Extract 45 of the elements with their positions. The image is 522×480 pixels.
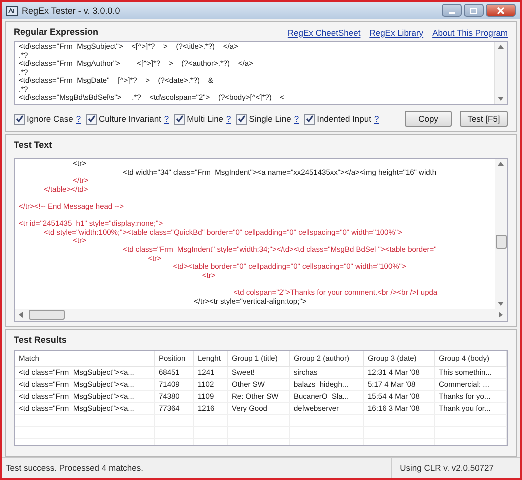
header-link[interactable]: About This Program bbox=[432, 28, 508, 38]
section-label: Regular Expression bbox=[14, 26, 99, 39]
header-link[interactable]: RegEx CheetSheet bbox=[288, 28, 361, 38]
action-button[interactable]: Copy bbox=[405, 111, 452, 127]
help-link[interactable]: ? bbox=[294, 114, 300, 124]
window-title: RegEx Tester - v. 3.0.0.0 bbox=[22, 6, 122, 16]
test-text-input[interactable] bbox=[14, 158, 508, 322]
horizontal-scrollbar[interactable] bbox=[15, 309, 507, 321]
help-link[interactable]: ? bbox=[76, 114, 82, 124]
option-label: Single Line bbox=[249, 114, 292, 124]
runtime-version: Using CLR v. v2.0.50727 bbox=[391, 458, 502, 478]
up-arrow-icon bbox=[498, 45, 504, 49]
option-label: Indented Input bbox=[317, 114, 372, 124]
help-link[interactable]: ? bbox=[226, 114, 232, 124]
regex-input[interactable] bbox=[14, 41, 508, 105]
checkbox[interactable] bbox=[14, 114, 25, 124]
minimize-button[interactable] bbox=[442, 4, 462, 17]
close-icon bbox=[497, 6, 505, 14]
vertical-scrollbar[interactable] bbox=[495, 159, 507, 309]
left-arrow-icon bbox=[19, 312, 23, 318]
app-icon bbox=[6, 6, 18, 16]
close-button[interactable] bbox=[486, 4, 516, 17]
section-label: Test Results bbox=[14, 334, 67, 347]
scroll-thumb[interactable] bbox=[29, 310, 65, 320]
help-link[interactable]: ? bbox=[374, 114, 380, 124]
action-button[interactable]: Test [F5] bbox=[460, 111, 508, 127]
down-arrow-icon bbox=[498, 302, 504, 306]
maximize-icon bbox=[470, 8, 478, 14]
header-link[interactable]: RegEx Library bbox=[370, 28, 424, 38]
checkbox[interactable] bbox=[174, 114, 186, 124]
section-label: Test Text bbox=[14, 139, 52, 152]
down-arrow-icon bbox=[498, 97, 504, 101]
up-arrow-icon bbox=[498, 162, 504, 166]
vertical-scrollbar[interactable] bbox=[494, 42, 507, 104]
status-text: Test success. Processed 4 matches. bbox=[5, 463, 144, 473]
checkbox[interactable] bbox=[304, 114, 316, 124]
option-label: Multi Line bbox=[187, 114, 224, 124]
maximize-button[interactable] bbox=[464, 4, 484, 17]
right-arrow-icon bbox=[499, 312, 503, 318]
checkbox[interactable] bbox=[86, 114, 98, 124]
option-label: Culture Invariant bbox=[99, 114, 162, 124]
scroll-thumb[interactable] bbox=[496, 235, 506, 249]
checkbox[interactable] bbox=[236, 114, 248, 124]
option-label: Ignore Case bbox=[27, 114, 74, 124]
help-link[interactable]: ? bbox=[164, 114, 170, 124]
